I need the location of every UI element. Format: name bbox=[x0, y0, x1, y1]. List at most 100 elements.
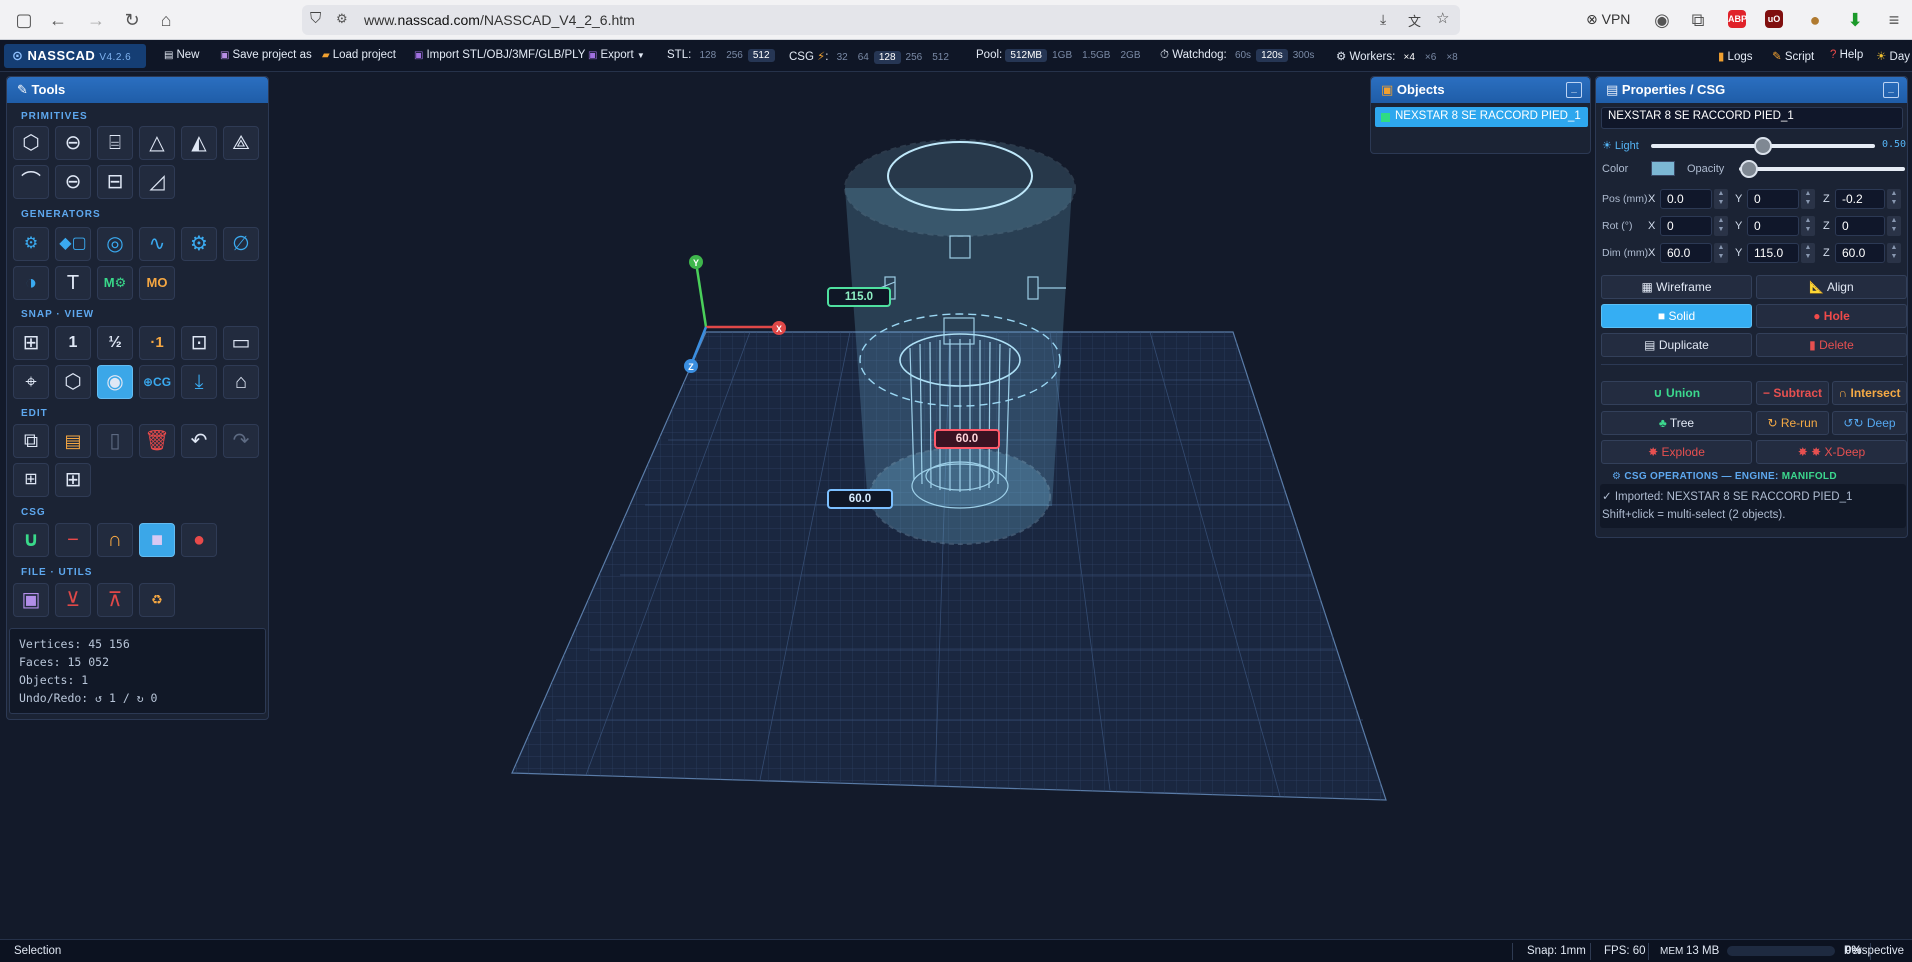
dome-tool[interactable]: ⌒ bbox=[13, 165, 49, 199]
bookmark-star-icon[interactable]: ☆ bbox=[1436, 9, 1449, 27]
export-button[interactable]: ▣ Export ▼ bbox=[588, 49, 645, 61]
wireframe-button[interactable]: ▦ Wireframe bbox=[1601, 275, 1752, 299]
rot-z-input[interactable]: 0 bbox=[1835, 216, 1885, 236]
recycle-button[interactable]: ♻ bbox=[139, 583, 175, 617]
dim-x-spinner[interactable]: ▲ ▼ bbox=[1714, 243, 1728, 263]
text-generator[interactable]: T bbox=[55, 266, 91, 300]
union-button[interactable]: ∪ Union bbox=[1601, 381, 1752, 405]
union-tool[interactable]: ∪ bbox=[13, 523, 49, 557]
minimize-button[interactable]: _ bbox=[1566, 82, 1582, 98]
profile-icon[interactable]: ◉ bbox=[1650, 8, 1674, 32]
pattern-button[interactable]: ⊞ bbox=[55, 463, 91, 497]
projection-toggle[interactable]: Perspective bbox=[1844, 945, 1904, 957]
snap-half-button[interactable]: ½ bbox=[97, 326, 133, 360]
drop-to-floor-button[interactable]: ⤓ bbox=[181, 365, 217, 399]
array-button[interactable]: ⊞ bbox=[13, 463, 49, 497]
save-file-button[interactable]: ▣ bbox=[13, 583, 49, 617]
vpn-button[interactable]: ⊗ VPN bbox=[1586, 11, 1630, 28]
objects-panel-header[interactable]: ▣ Objects _ bbox=[1371, 77, 1590, 103]
pool-option-1gb[interactable]: 1GB bbox=[1047, 49, 1077, 62]
snap-1-button[interactable]: 1 bbox=[55, 326, 91, 360]
frame-button[interactable]: ⊡ bbox=[181, 326, 217, 360]
object-list-item[interactable]: NEXSTAR 8 SE RACCORD PIED_1 bbox=[1375, 107, 1588, 127]
sphere-tool[interactable]: ⊖ bbox=[55, 126, 91, 160]
watchdog-option-60s[interactable]: 60s bbox=[1230, 49, 1256, 62]
adblock-plus-icon[interactable]: ABP bbox=[1728, 10, 1747, 28]
forward-icon[interactable]: → bbox=[84, 8, 108, 32]
watchdog-option-120s[interactable]: 120s bbox=[1256, 49, 1288, 62]
hexagon-button[interactable]: ⬡ bbox=[55, 365, 91, 399]
pos-z-spinner[interactable]: ▲ ▼ bbox=[1887, 189, 1901, 209]
object-name-input[interactable]: NEXSTAR 8 SE RACCORD PIED_1 bbox=[1601, 107, 1903, 129]
help-button[interactable]: ? Help bbox=[1830, 49, 1863, 61]
center-button[interactable]: ⌖ bbox=[13, 365, 49, 399]
shape-generator[interactable]: ◆▢ bbox=[55, 227, 91, 261]
solid-button[interactable]: ■ Solid bbox=[1601, 304, 1752, 328]
reload-icon[interactable]: ↻ bbox=[120, 8, 144, 32]
thread-generator[interactable]: ∅ bbox=[223, 227, 259, 261]
menu-icon[interactable]: ≡ bbox=[1882, 8, 1906, 32]
csg-option-256[interactable]: 256 bbox=[901, 51, 928, 64]
export-file-button[interactable]: ⊼ bbox=[97, 583, 133, 617]
duplicate-button[interactable]: ▤ Duplicate bbox=[1601, 333, 1752, 357]
site-settings-icon[interactable]: ⚙ bbox=[336, 11, 348, 27]
window-button[interactable]: ▭ bbox=[223, 326, 259, 360]
visibility-button[interactable]: ◉ bbox=[97, 365, 133, 399]
paste-button[interactable]: ▤ bbox=[55, 424, 91, 458]
translate-icon[interactable]: 文 bbox=[1408, 11, 1421, 30]
stl-option-128[interactable]: 128 bbox=[695, 49, 722, 62]
opacity-slider-handle[interactable] bbox=[1740, 160, 1759, 178]
extensions-icon[interactable]: ⧉ bbox=[1686, 8, 1710, 32]
pool-option-512mb[interactable]: 512MB bbox=[1005, 49, 1048, 62]
pos-z-input[interactable]: -0.2 bbox=[1835, 189, 1885, 209]
download-extension-icon[interactable]: ⬇ bbox=[1843, 8, 1867, 32]
rot-y-spinner[interactable]: ▲ ▼ bbox=[1801, 216, 1815, 236]
rerun-button[interactable]: ↻ Re-run bbox=[1756, 411, 1829, 435]
solid-tool[interactable]: ■ bbox=[139, 523, 175, 557]
workers-option-8[interactable]: ×8 bbox=[1441, 51, 1462, 64]
tree-button[interactable]: ♣ Tree bbox=[1601, 411, 1752, 435]
width-dimension-label[interactable]: 60.0 bbox=[934, 429, 1000, 449]
csg-option-32[interactable]: 32 bbox=[832, 51, 853, 64]
mo-gear-generator[interactable]: M⚙ bbox=[97, 266, 133, 300]
cylinder-tool[interactable]: ⌸ bbox=[97, 126, 133, 160]
dim-z-input[interactable]: 60.0 bbox=[1835, 243, 1885, 263]
tabs-icon[interactable]: ▢ bbox=[12, 8, 36, 32]
pyramid-tool[interactable]: ◭ bbox=[181, 126, 217, 160]
hole-tool[interactable]: ● bbox=[181, 523, 217, 557]
delete-button[interactable]: 🗑 bbox=[139, 424, 175, 458]
new-button[interactable]: ▤ New bbox=[164, 49, 199, 61]
prism-tool[interactable]: ⟁ bbox=[223, 126, 259, 160]
snap-tenth-button[interactable]: ·1 bbox=[139, 326, 175, 360]
rot-x-spinner[interactable]: ▲ ▼ bbox=[1714, 216, 1728, 236]
script-button[interactable]: ✎ Script bbox=[1772, 49, 1814, 63]
csg-option-64[interactable]: 64 bbox=[853, 51, 874, 64]
lens-generator[interactable]: ◑ bbox=[13, 266, 49, 300]
watchdog-option-300s[interactable]: 300s bbox=[1288, 49, 1320, 62]
hole-button[interactable]: ● Hole bbox=[1756, 304, 1907, 328]
intersect-button[interactable]: ∩ Intersect bbox=[1832, 381, 1907, 405]
model-nexstar-raccord[interactable] bbox=[844, 139, 1076, 545]
cookie-extension-icon[interactable]: ● bbox=[1803, 8, 1827, 32]
gear-generator[interactable]: ⚙ bbox=[13, 227, 49, 261]
home-view-button[interactable]: ⌂ bbox=[223, 365, 259, 399]
back-icon[interactable]: ← bbox=[46, 8, 70, 32]
load-project-button[interactable]: ▰ Load project bbox=[322, 49, 396, 61]
rot-x-input[interactable]: 0 bbox=[1660, 216, 1712, 236]
redo-button[interactable]: ↷ bbox=[223, 424, 259, 458]
stl-option-512[interactable]: 512 bbox=[747, 49, 775, 62]
x-deep-button[interactable]: ✸ ✸ X-Deep bbox=[1756, 440, 1907, 464]
height-dimension-label[interactable]: 115.0 bbox=[827, 287, 891, 307]
shield-icon[interactable]: ⛉ bbox=[310, 10, 321, 27]
workers-option-4[interactable]: ×4 bbox=[1399, 51, 1420, 64]
light-slider-handle[interactable] bbox=[1754, 137, 1772, 155]
tube-tool[interactable]: ⊟ bbox=[97, 165, 133, 199]
pool-option-1-5gb[interactable]: 1.5GB bbox=[1077, 49, 1115, 62]
half-sphere-tool[interactable]: ⊖ bbox=[55, 165, 91, 199]
dim-z-spinner[interactable]: ▲ ▼ bbox=[1887, 243, 1901, 263]
depth-dimension-label[interactable]: 60.0 bbox=[827, 489, 893, 509]
url-text[interactable]: www.nasscad.com/NASSCAD_V4_2_6.htm bbox=[364, 12, 635, 28]
properties-panel-header[interactable]: ▤ Properties / CSG _ bbox=[1596, 77, 1907, 103]
delete-object-button[interactable]: ▮ Delete bbox=[1756, 333, 1907, 357]
box-tool[interactable]: ⬡ bbox=[13, 126, 49, 160]
